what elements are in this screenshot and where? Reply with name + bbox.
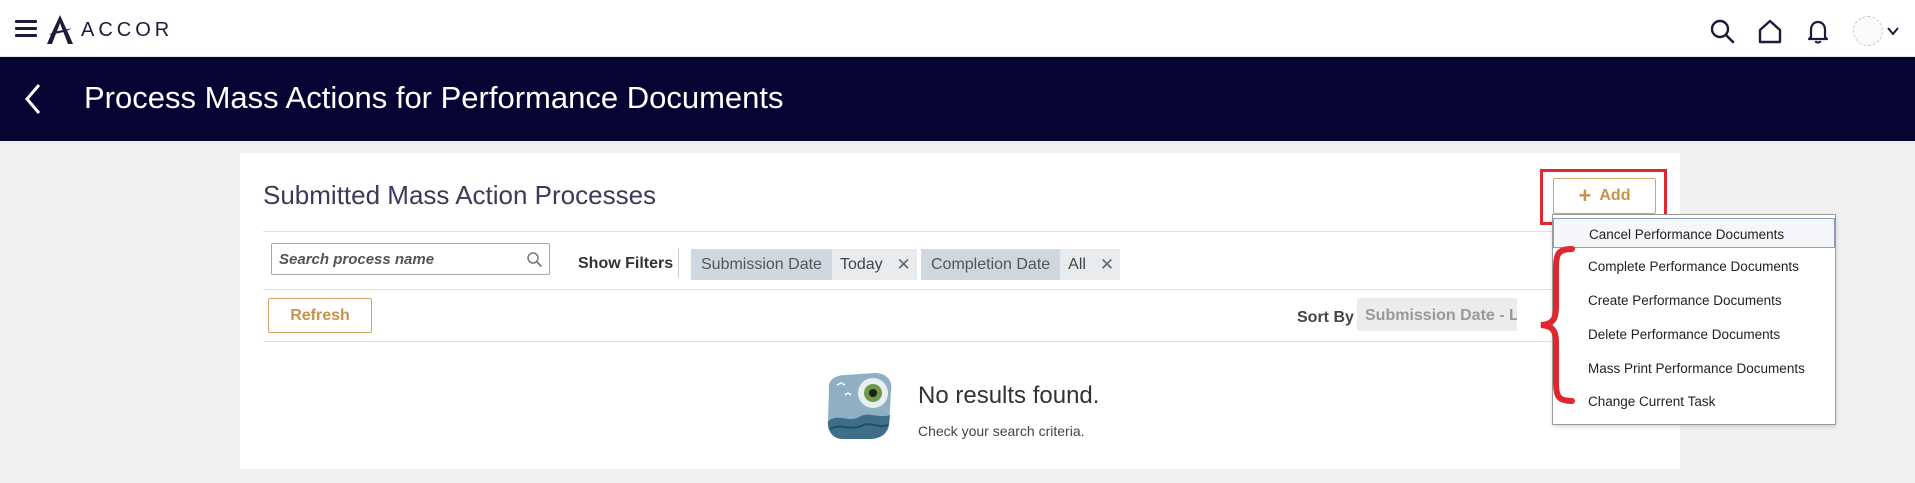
- filter-chip-value: All: [1060, 249, 1094, 280]
- mass-action-card: Submitted Mass Action Processes Show Fil…: [240, 153, 1680, 469]
- page-header: Process Mass Actions for Performance Doc…: [0, 57, 1915, 141]
- menu-item-mass-print-performance-documents[interactable]: Mass Print Performance Documents: [1553, 353, 1835, 383]
- logo-text: ACCOR: [81, 18, 174, 41]
- chevron-down-icon[interactable]: [1887, 25, 1899, 37]
- menu-item-change-current-task[interactable]: Change Current Task: [1553, 386, 1835, 416]
- divider: [678, 248, 679, 278]
- home-icon[interactable]: [1757, 18, 1783, 44]
- menu-item-create-performance-documents[interactable]: Create Performance Documents: [1553, 285, 1835, 315]
- avatar[interactable]: [1853, 16, 1883, 46]
- accor-logo[interactable]: ACCOR: [45, 14, 173, 46]
- menu-item-complete-performance-documents[interactable]: Complete Performance Documents: [1553, 251, 1835, 281]
- bell-icon[interactable]: [1805, 18, 1831, 44]
- annotation-brace: [1540, 246, 1575, 404]
- filter-chip-submission-date[interactable]: Submission Date Today ✕: [691, 249, 917, 280]
- section-title: Submitted Mass Action Processes: [263, 180, 657, 210]
- page-title: Process Mass Actions for Performance Doc…: [84, 80, 784, 115]
- close-icon[interactable]: ✕: [1093, 249, 1120, 280]
- filter-chip-label: Completion Date: [921, 249, 1061, 280]
- search-icon[interactable]: [526, 251, 543, 268]
- search-icon[interactable]: [1709, 18, 1735, 44]
- search-box[interactable]: [271, 243, 550, 275]
- divider: [263, 341, 1663, 342]
- accor-logo-mark-icon: [47, 15, 73, 44]
- menu-icon[interactable]: [15, 20, 37, 38]
- filter-chip-value: Today: [831, 249, 891, 280]
- divider: [263, 289, 1663, 290]
- menu-item-cancel-performance-documents[interactable]: Cancel Performance Documents: [1553, 218, 1835, 248]
- refresh-button[interactable]: Refresh: [268, 298, 372, 333]
- filter-chip-label: Submission Date: [691, 249, 832, 280]
- add-menu: Cancel Performance Documents Complete Pe…: [1552, 214, 1836, 425]
- divider: [263, 231, 1663, 232]
- user-menu[interactable]: [1853, 16, 1899, 46]
- no-results-illustration-icon: [827, 373, 892, 439]
- empty-state-subtitle: Check your search criteria.: [918, 423, 1085, 439]
- top-icons: [1709, 16, 1915, 46]
- show-filters-link[interactable]: Show Filters: [578, 255, 673, 273]
- sort-by-select[interactable]: Submission Date - Latest: [1357, 298, 1517, 331]
- empty-state-title: No results found.: [918, 382, 1100, 409]
- search-input[interactable]: [272, 244, 512, 274]
- close-icon[interactable]: ✕: [890, 249, 917, 280]
- top-nav: ACCOR: [0, 0, 1915, 57]
- sort-by-label: Sort By: [1297, 309, 1354, 326]
- filter-chip-completion-date[interactable]: Completion Date All ✕: [921, 249, 1120, 280]
- back-arrow-icon[interactable]: [22, 81, 44, 117]
- menu-item-delete-performance-documents[interactable]: Delete Performance Documents: [1553, 319, 1835, 349]
